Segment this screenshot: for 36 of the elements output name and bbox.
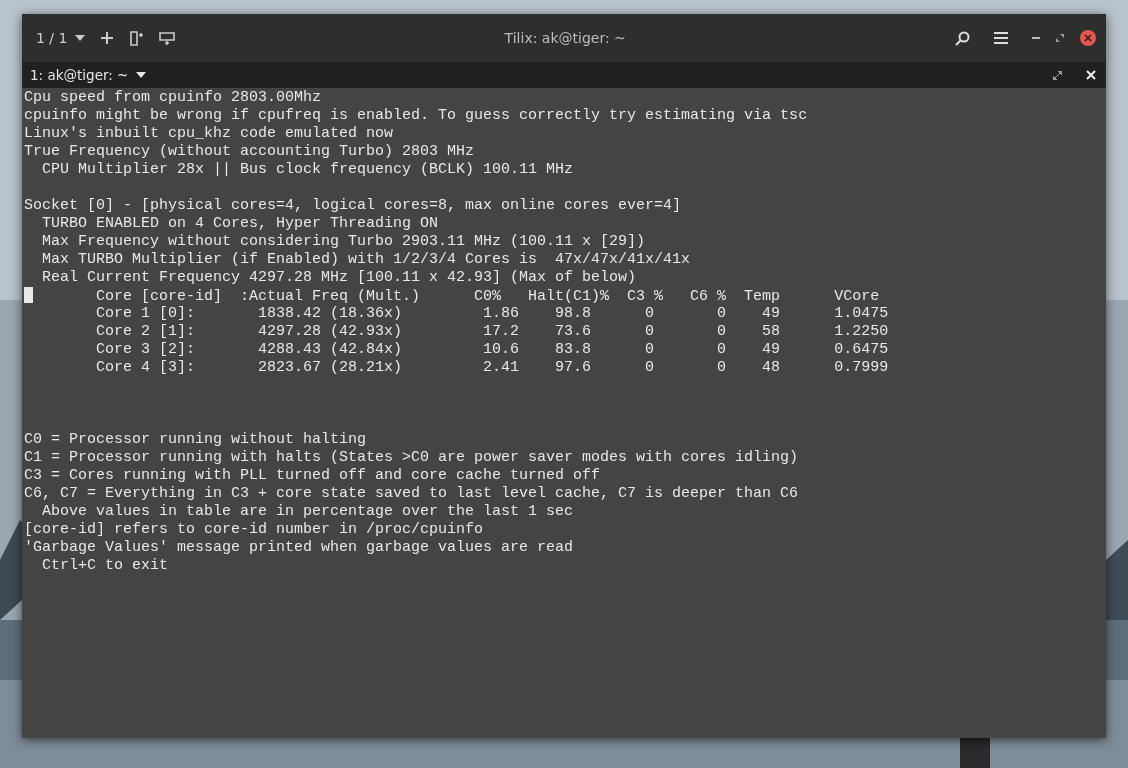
output-line: CPU Multiplier 28x || Bus clock frequency (BCLK) 100.11 MHz [41,161,574,178]
caret-icon [75,35,86,41]
expand-icon[interactable] [1053,70,1062,80]
output-line: cpuinfo might be wrong if cpufreq is enabled. To guess correctly try estimating via tsc [24,107,808,124]
table-row-line: Core 3 [2]: 4288.43 (42.84x) 10.6 83.8 0 0 49 0.6475 [95,341,889,358]
output-line: True Frequency (without accounting Turbo) 2803 MHz [24,143,475,160]
output-line: [core-id] refers to core-id number in /proc/cpuinfo [24,521,484,538]
output-line: Real Current Frequency 4297.28 MHz [100.11 x 42.93] (Max of below) [41,269,637,286]
output-line: Above values in table are in percentage over the last 1 sec [41,503,574,520]
output-line: Ctrl+C to exit [41,557,169,574]
split-down-icon[interactable] [159,31,176,45]
output-line: Cpu speed from cpuinfo 2803.00Mhz [24,89,322,106]
terminal-tab[interactable]: 1: ak@tiger: ~ [30,64,147,86]
output-line: C1 = Processor running with halts (States >C0 are power saver modes with cores idling) [24,449,799,466]
table-row-line: Core 4 [3]: 2823.67 (28.21x) 2.41 97.6 0 0 48 0.7999 [95,359,889,376]
add-icon[interactable] [101,32,114,44]
output-line: TURBO ENABLED on 4 Cores, Hyper Threading ON [41,215,439,232]
output-line: 'Garbage Values' message printed when garbage values are read [24,539,574,556]
maximize-icon[interactable] [1056,34,1064,42]
table-header-line: Core [core-id] :Actual Freq (Mult.) C0% Halt(C1)% C3 % C6 % Temp VCore [95,288,880,305]
menu-icon[interactable] [994,32,1008,44]
output-line: C3 = Cores running with PLL turned off and core cache turned off [24,467,601,484]
close-icon[interactable] [1086,70,1096,80]
caret-icon [136,72,147,78]
output-line: Max Frequency without considering Turbo 2903.11 MHz (100.11 x [29]) [41,233,646,250]
output-line: Linux's inbuilt cpu_khz code emulated now [24,125,394,142]
search-icon[interactable] [955,30,970,46]
output-line: Socket [0] - [physical cores=4, logical cores=8, max online cores ever=4] [24,197,682,214]
table-row-line: Core 2 [1]: 4297.28 (42.93x) 17.2 73.6 0 0 58 1.2250 [95,323,889,340]
session-switcher[interactable]: 1 / 1 [36,27,86,49]
output-line: Max TURBO Multiplier (if Enabled) with 1/2/3/4 Cores is 47x/47x/41x/41x [41,251,691,268]
output-line: C0 = Processor running without halting [24,431,367,448]
split-right-icon[interactable] [129,30,144,46]
table-row-line: Core 1 [0]: 1838.42 (18.36x) 1.86 98.8 0 0 49 1.0475 [95,305,889,322]
output-line: C6, C7 = Everything in C3 + core state saved to last level cache, C7 is deeper than C6 [24,485,799,502]
window-title: Tilix: ak@tiger: ~ [503,28,627,48]
